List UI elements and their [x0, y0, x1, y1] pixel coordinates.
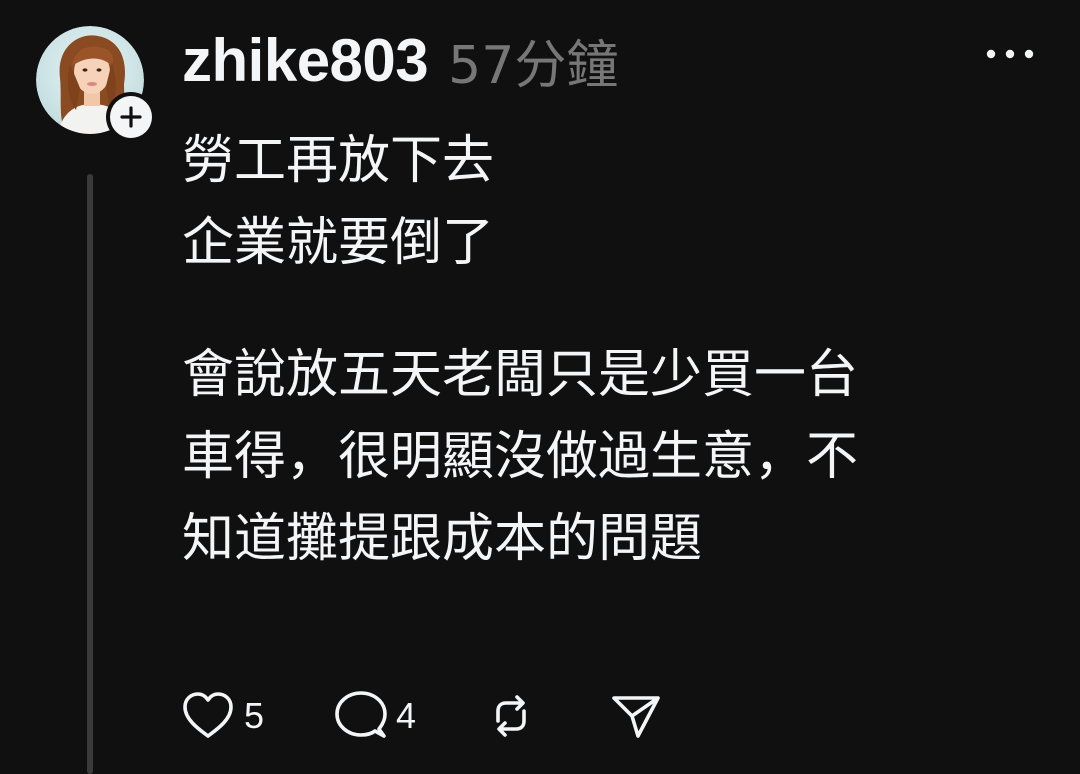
action-bar: 5 4 — [180, 688, 662, 744]
more-horizontal-icon — [985, 48, 1035, 60]
repost-icon — [486, 691, 536, 741]
thread-line — [87, 174, 93, 774]
heart-icon — [180, 690, 236, 742]
post-text-line: 知道攤提跟成本的問題 — [182, 509, 703, 569]
follow-button[interactable] — [106, 92, 156, 142]
post-text-line: 勞工再放下去 — [182, 131, 495, 191]
follow-button-inner — [110, 96, 152, 138]
post-body: 勞工再放下去 企業就要倒了 會說放五天老闆只是少買一台 車得，很明顯沒做過生意，… — [182, 120, 1032, 580]
avatar-wrap — [36, 26, 156, 142]
more-options-button[interactable] — [980, 38, 1040, 70]
post-header: zhike803 57分鐘 — [182, 22, 618, 98]
like-button[interactable]: 5 — [180, 688, 264, 744]
repost-button[interactable] — [486, 688, 536, 744]
timestamp: 57分鐘 — [448, 35, 619, 96]
share-button[interactable] — [610, 688, 662, 744]
post-text-line: 會說放五天老闆只是少買一台 — [182, 345, 859, 405]
username[interactable]: zhike803 — [182, 26, 429, 95]
post-text-line: 車得，很明顯沒做過生意，不 — [182, 427, 859, 487]
reply-button[interactable]: 4 — [334, 688, 416, 744]
post-text-line: 企業就要倒了 — [182, 213, 495, 273]
comment-icon — [334, 689, 388, 743]
send-icon — [610, 690, 662, 742]
like-count: 5 — [244, 695, 265, 736]
reply-count: 4 — [396, 695, 417, 736]
plus-icon — [118, 104, 144, 130]
